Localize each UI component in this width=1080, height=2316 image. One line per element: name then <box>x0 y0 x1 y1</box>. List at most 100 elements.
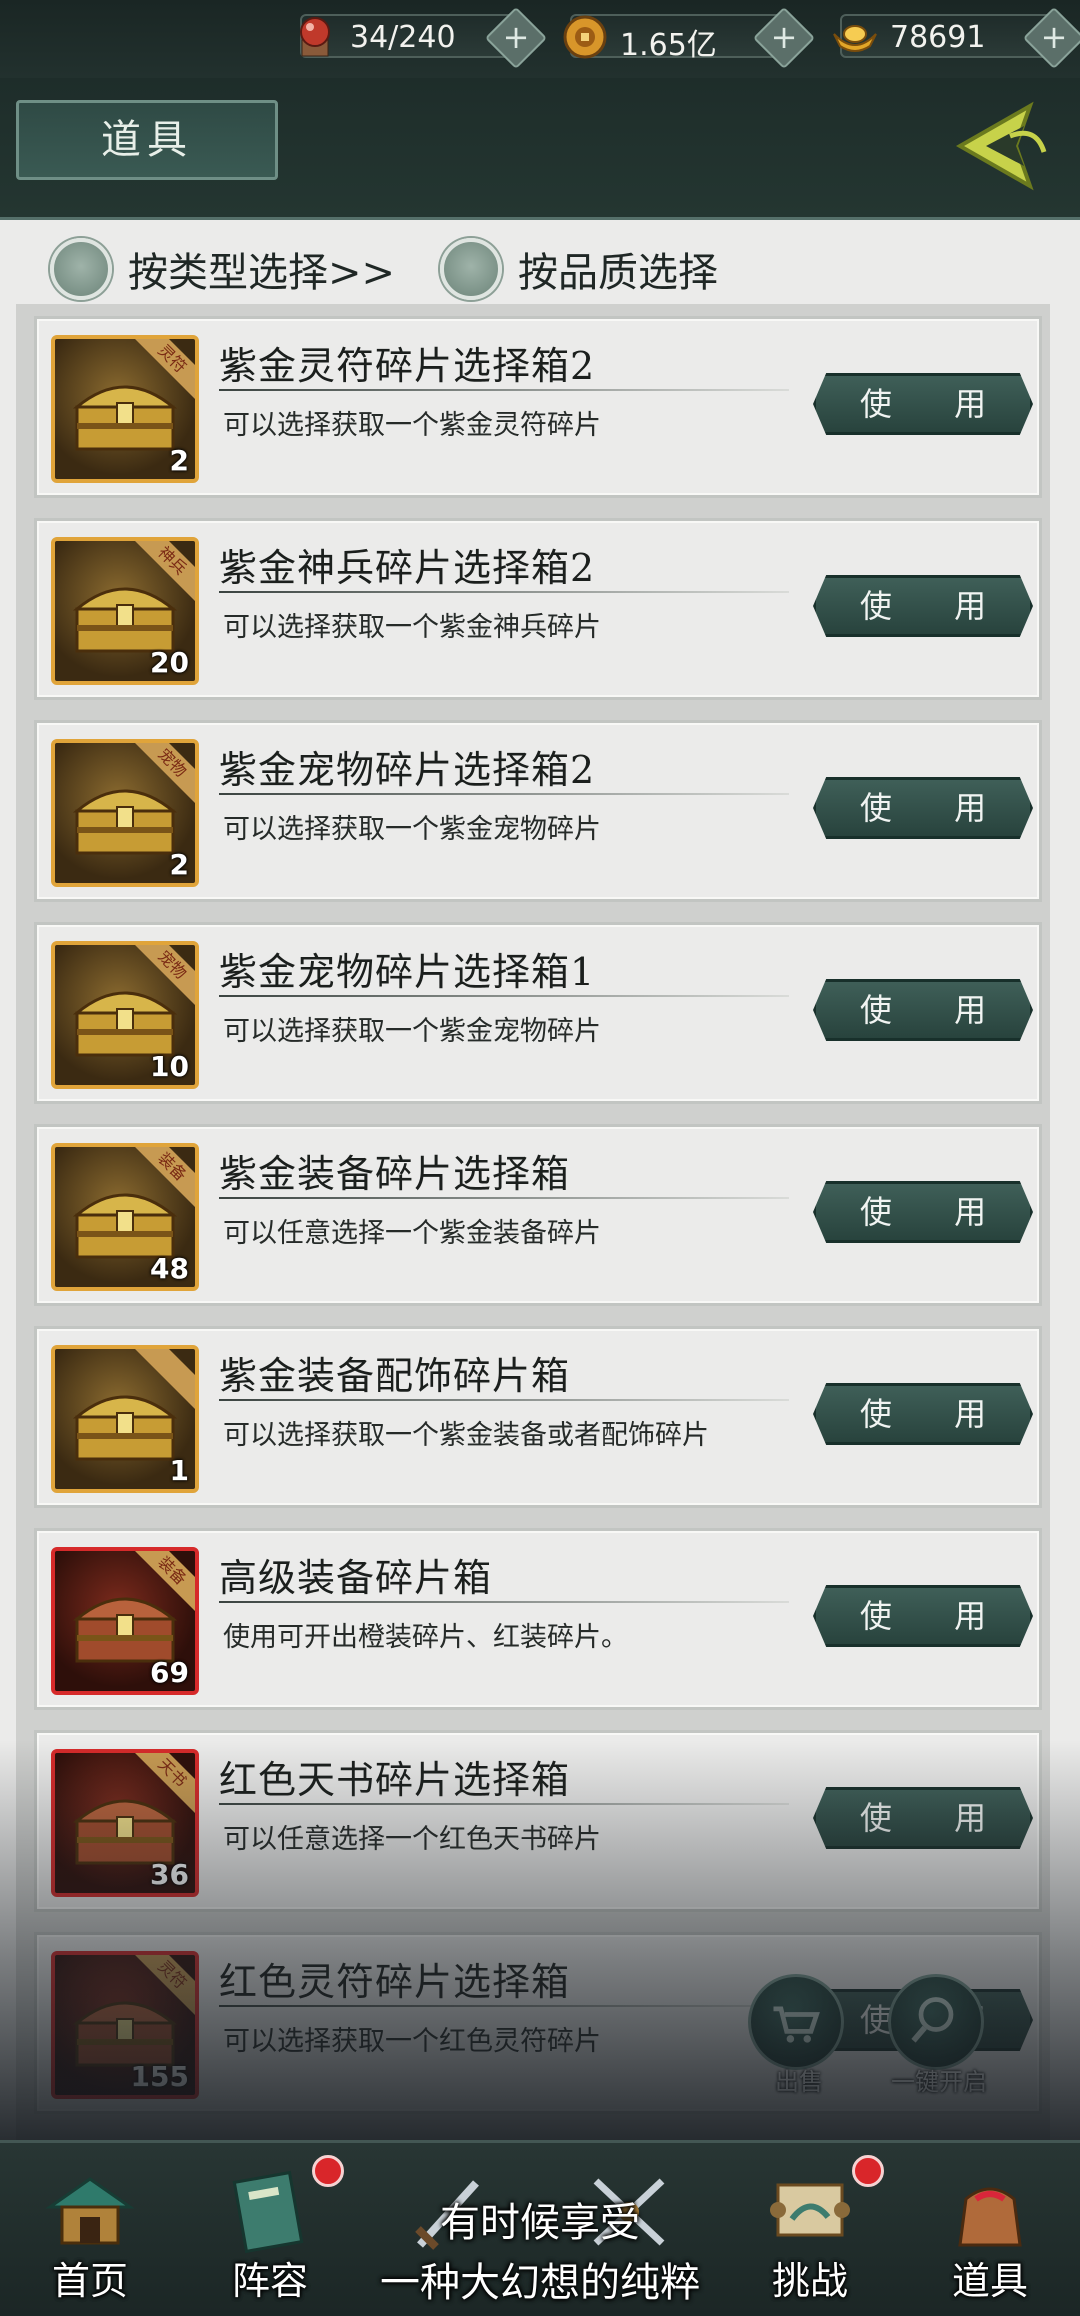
filter-quality-radio[interactable] <box>440 238 502 300</box>
item-count: 1 <box>169 1454 189 1487</box>
item-description: 可以选择获取一个紫金宠物碎片 <box>223 1016 601 1047</box>
divider <box>219 1197 789 1199</box>
use-button[interactable]: 使 用 <box>813 1787 1033 1849</box>
divider <box>219 1803 789 1805</box>
filter-by-type[interactable]: 按类型选择>> <box>50 234 395 304</box>
sell-button[interactable]: 出售 <box>748 1974 844 2096</box>
treasure-chest-icon <box>72 789 178 855</box>
item-thumbnail[interactable]: 天书 36 <box>51 1749 199 1897</box>
item-count: 48 <box>150 1252 189 1285</box>
item-thumbnail[interactable]: 灵符 2 <box>51 335 199 483</box>
magnifier-icon <box>911 1997 954 2043</box>
add-energy-button[interactable]: + <box>484 6 548 70</box>
use-button-label: 使 用 <box>859 991 1013 1029</box>
sell-label: 出售 <box>775 2068 823 2096</box>
notification-badge <box>852 2155 884 2187</box>
energy-resource: 34/240 + <box>300 6 548 70</box>
use-button[interactable]: 使 用 <box>813 979 1033 1041</box>
ingot-value: 78691 <box>890 20 986 55</box>
add-coin-button[interactable]: + <box>752 6 816 70</box>
treasure-chest-icon <box>72 2001 178 2067</box>
item-name: 紫金灵符碎片选择箱2 <box>219 344 596 388</box>
item-row: 宠物 10 紫金宠物碎片选择箱1 可以选择获取一个紫金宠物碎片 使 用 <box>34 922 1042 1104</box>
add-ingot-button[interactable]: + <box>1022 6 1080 70</box>
item-thumbnail[interactable]: 神兵 20 <box>51 537 199 685</box>
item-thumbnail[interactable]: 1 <box>51 1345 199 1493</box>
use-button[interactable]: 使 用 <box>813 1181 1033 1243</box>
item-description: 可以选择获取一个紫金灵符碎片 <box>223 410 601 441</box>
item-name: 紫金神兵碎片选择箱2 <box>219 546 596 590</box>
item-description: 可以选择获取一个红色灵符碎片 <box>223 2026 601 2057</box>
page-title: 道具 <box>101 117 193 163</box>
subtitle-line-1: 有时候享受 <box>440 2200 640 2246</box>
item-row: 天书 36 红色天书碎片选择箱 可以任意选择一个红色天书碎片 使 用 <box>34 1730 1042 1912</box>
page-header: 道具 <box>0 78 1080 220</box>
divider <box>219 793 789 795</box>
treasure-chest-icon <box>72 991 178 1057</box>
ingot-resource: 78691 + <box>833 6 1080 70</box>
item-name: 红色灵符碎片选择箱 <box>219 1960 571 2004</box>
item-name: 红色天书碎片选择箱 <box>219 1758 571 1802</box>
open-all-button[interactable]: 一键开启 <box>888 1974 987 2096</box>
item-name: 紫金装备配饰碎片箱 <box>219 1354 571 1398</box>
item-thumbnail[interactable]: 装备 48 <box>51 1143 199 1291</box>
notification-badge <box>312 2155 344 2187</box>
item-thumbnail[interactable]: 灵符 155 <box>51 1951 199 2099</box>
plus-icon: + <box>1040 18 1068 56</box>
item-thumbnail[interactable]: 宠物 2 <box>51 739 199 887</box>
use-button[interactable]: 使 用 <box>813 777 1033 839</box>
item-list[interactable]: 灵符 2 紫金灵符碎片选择箱2 可以选择获取一个紫金灵符碎片 使 用 神兵 20… <box>16 304 1050 2140</box>
item-row: 神兵 20 紫金神兵碎片选择箱2 可以选择获取一个紫金神兵碎片 使 用 <box>34 518 1042 700</box>
use-button-label: 使 用 <box>859 1799 1013 1837</box>
back-arrow-icon[interactable] <box>940 96 1060 196</box>
divider <box>219 389 789 391</box>
item-count: 2 <box>169 848 189 881</box>
filter-type-radio[interactable] <box>50 238 112 300</box>
resource-bar: 34/240 + 1.65亿 + 78691 + <box>0 0 1080 78</box>
item-count: 69 <box>150 1656 189 1689</box>
use-button[interactable]: 使 用 <box>813 373 1033 435</box>
use-button[interactable]: 使 用 <box>813 575 1033 637</box>
divider <box>219 995 789 997</box>
item-row: 装备 69 高级装备碎片箱 使用可开出橙装碎片、红装碎片。 使 用 <box>34 1528 1042 1710</box>
item-description: 可以选择获取一个紫金装备或者配饰碎片 <box>223 1420 709 1451</box>
treasure-chest-icon <box>72 587 178 653</box>
item-count: 20 <box>150 646 189 679</box>
treasure-chest-icon <box>72 1193 178 1259</box>
treasure-chest-icon <box>72 1597 178 1663</box>
item-row: 灵符 2 紫金灵符碎片选择箱2 可以选择获取一个紫金灵符碎片 使 用 <box>34 316 1042 498</box>
item-description: 可以任意选择一个紫金装备碎片 <box>223 1218 601 1249</box>
item-thumbnail[interactable]: 装备 69 <box>51 1547 199 1695</box>
treasure-chest-icon <box>72 1799 178 1865</box>
coin-resource: 1.65亿 + <box>563 6 816 70</box>
use-button-label: 使 用 <box>859 587 1013 625</box>
gold-ingot-icon <box>833 25 877 52</box>
page-title-tab: 道具 <box>16 100 278 180</box>
use-button-label: 使 用 <box>859 1193 1013 1231</box>
item-count: 2 <box>169 444 189 477</box>
filter-by-quality[interactable]: 按品质选择 <box>440 234 718 304</box>
use-button-label: 使 用 <box>859 1597 1013 1635</box>
energy-value: 34/240 <box>350 20 456 55</box>
energy-orb-icon <box>300 17 330 57</box>
plus-icon: + <box>770 18 798 56</box>
divider <box>219 591 789 593</box>
plus-icon: + <box>502 18 530 56</box>
use-button[interactable]: 使 用 <box>813 1585 1033 1647</box>
items-panel: 按类型选择>> 按品质选择 灵符 2 紫金灵符碎片选择箱2 可以选择获取一个紫金… <box>0 220 1080 2140</box>
subtitle-line-2: 一种大幻想的纯粹 <box>380 2260 700 2306</box>
treasure-chest-icon <box>72 1395 178 1461</box>
open-all-label: 一键开启 <box>891 2068 987 2096</box>
use-button-label: 使 用 <box>859 1395 1013 1433</box>
item-description: 可以选择获取一个紫金宠物碎片 <box>223 814 601 845</box>
filter-quality-label: 按品质选择 <box>518 250 718 296</box>
item-count: 10 <box>150 1050 189 1083</box>
coin-value: 1.65亿 <box>620 28 717 63</box>
coin-icon <box>563 15 607 59</box>
item-description: 可以选择获取一个紫金神兵碎片 <box>223 612 601 643</box>
item-name: 高级装备碎片箱 <box>219 1556 493 1600</box>
use-button[interactable]: 使 用 <box>813 1383 1033 1445</box>
item-thumbnail[interactable]: 宠物 10 <box>51 941 199 1089</box>
item-description: 使用可开出橙装碎片、红装碎片。 <box>223 1622 628 1653</box>
use-button-label: 使 用 <box>859 385 1013 423</box>
